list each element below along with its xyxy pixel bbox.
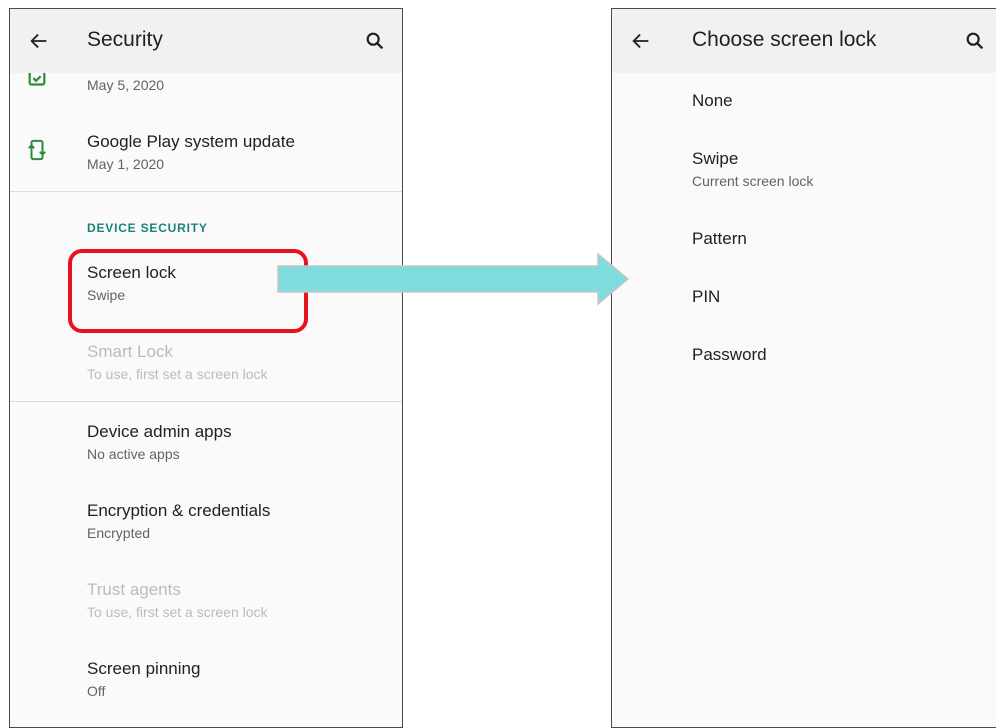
search-icon[interactable]: [964, 30, 986, 52]
lock-option-pin[interactable]: PIN: [612, 277, 996, 321]
trust-agents-subtitle: To use, first set a screen lock: [87, 604, 268, 620]
lock-option-pattern[interactable]: Pattern: [612, 219, 996, 263]
lock-option-label: PIN: [692, 287, 721, 306]
screen-pinning-item[interactable]: Screen pinning Off: [10, 651, 402, 711]
encryption-credentials-item[interactable]: Encryption & credentials Encrypted: [10, 493, 402, 553]
trust-agents-item: Trust agents To use, first set a screen …: [10, 572, 402, 632]
section-header-device-security: DEVICE SECURITY: [87, 221, 208, 235]
divider: [10, 401, 402, 402]
back-arrow-icon[interactable]: [630, 30, 652, 52]
lock-option-swipe[interactable]: Swipe Current screen lock: [612, 139, 996, 199]
smart-lock-item: Smart Lock To use, first set a screen lo…: [10, 334, 402, 394]
google-play-update-subtitle: May 1, 2020: [87, 156, 165, 172]
lock-option-sublabel: Current screen lock: [692, 173, 814, 189]
lock-option-label: Swipe: [692, 149, 739, 168]
back-arrow-icon[interactable]: [28, 30, 50, 52]
app-bar: Choose screen lock: [612, 9, 996, 73]
screen-lock-highlight-box: [68, 249, 308, 333]
device-admin-apps-title: Device admin apps: [87, 422, 232, 441]
divider: [10, 191, 402, 192]
smart-lock-title: Smart Lock: [87, 342, 173, 361]
trust-agents-title: Trust agents: [87, 580, 181, 599]
page-title: Choose screen lock: [692, 28, 877, 51]
partial-item-subtitle: May 5, 2020: [87, 77, 165, 93]
lock-option-label: Password: [692, 345, 767, 364]
system-update-icon: [28, 139, 46, 161]
google-play-update-item[interactable]: Google Play system update May 1, 2020: [10, 124, 402, 184]
lock-option-none[interactable]: None: [612, 81, 996, 125]
device-admin-apps-item[interactable]: Device admin apps No active apps: [10, 414, 402, 474]
lock-option-label: Pattern: [692, 229, 747, 248]
screen-pinning-subtitle: Off: [87, 683, 106, 699]
security-screen: May 5, 2020 Security Google Play system …: [9, 8, 403, 728]
smart-lock-subtitle: To use, first set a screen lock: [87, 366, 268, 382]
encryption-credentials-title: Encryption & credentials: [87, 501, 271, 520]
search-icon[interactable]: [364, 30, 386, 52]
lock-option-label: None: [692, 91, 733, 110]
screen-pinning-title: Screen pinning: [87, 659, 201, 678]
app-bar: Security: [10, 9, 402, 73]
page-title: Security: [87, 28, 163, 51]
transition-arrow: [277, 252, 630, 306]
google-play-update-title: Google Play system update: [87, 132, 295, 151]
lock-option-password[interactable]: Password: [612, 335, 996, 379]
device-admin-apps-subtitle: No active apps: [87, 446, 180, 462]
encryption-credentials-subtitle: Encrypted: [87, 525, 151, 541]
choose-screen-lock-screen: Choose screen lock None Swipe Current sc…: [611, 8, 996, 728]
